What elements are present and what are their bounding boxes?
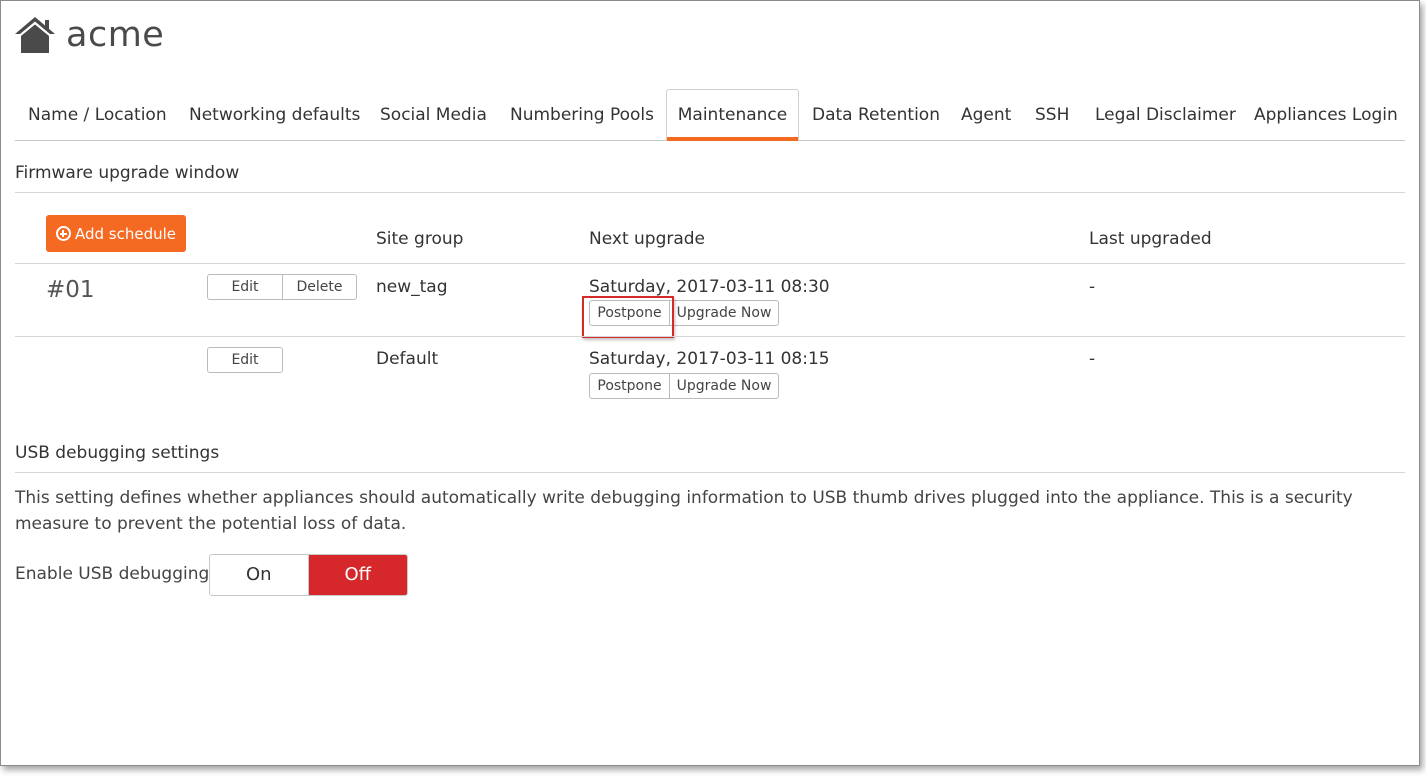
brand-name: acme [66, 15, 165, 55]
tab-numbering-pools[interactable]: Numbering Pools [510, 89, 654, 141]
app-window: acme Name / Location Networking defaults… [0, 0, 1420, 766]
toggle-off-button[interactable]: Off [308, 555, 407, 595]
last-upgraded-value: - [1089, 277, 1096, 297]
usb-description: This setting defines whether appliances … [15, 488, 1353, 534]
next-upgrade-date: Saturday, 2017-03-11 08:30 [589, 277, 830, 297]
tab-social-media[interactable]: Social Media [380, 89, 487, 141]
last-upgraded-value: - [1089, 349, 1096, 369]
divider [15, 472, 1405, 473]
upgrade-actions: Postpone Upgrade Now [589, 300, 779, 326]
site-group-value: Default [376, 349, 439, 369]
edit-button[interactable]: Edit [208, 275, 282, 299]
toggle-on-button[interactable]: On [210, 555, 309, 595]
tab-bar: Name / Location Networking defaults Soci… [15, 89, 1405, 141]
postpone-button[interactable]: Postpone [590, 374, 669, 398]
usb-section-title: USB debugging settings [15, 443, 220, 463]
usb-debugging-toggle: On Off [209, 554, 408, 596]
column-header-next-upgrade: Next upgrade [589, 229, 706, 249]
tab-data-retention[interactable]: Data Retention [812, 89, 940, 141]
add-schedule-label: Add schedule [74, 224, 177, 243]
column-header-site-group: Site group [376, 229, 464, 249]
add-schedule-button[interactable]: Add schedule [46, 215, 186, 252]
table-header-divider [15, 263, 1405, 264]
edit-button[interactable]: Edit [208, 348, 282, 372]
tab-maintenance[interactable]: Maintenance [666, 89, 799, 141]
tab-networking-defaults[interactable]: Networking defaults [189, 89, 360, 141]
row-divider [15, 336, 1405, 337]
upgrade-actions: Postpone Upgrade Now [589, 373, 779, 399]
tab-appliances-login[interactable]: Appliances Login [1254, 89, 1398, 141]
column-header-last-upgraded: Last upgraded [1089, 229, 1212, 249]
row-actions: Edit [207, 347, 283, 373]
upgrade-now-button[interactable]: Upgrade Now [669, 301, 778, 325]
plus-circle-icon [55, 226, 71, 241]
home-icon [15, 17, 55, 53]
tab-name-location[interactable]: Name / Location [28, 89, 167, 141]
site-group-value: new_tag [376, 277, 448, 297]
schedule-number: #01 [46, 277, 95, 303]
postpone-button[interactable]: Postpone [590, 301, 669, 325]
firmware-section-title: Firmware upgrade window [15, 163, 240, 183]
tab-agent[interactable]: Agent [961, 89, 1011, 141]
upgrade-now-button[interactable]: Upgrade Now [669, 374, 778, 398]
delete-button[interactable]: Delete [282, 275, 356, 299]
row-actions: Edit Delete [207, 274, 357, 300]
next-upgrade-date: Saturday, 2017-03-11 08:15 [589, 349, 830, 369]
brand[interactable]: acme [14, 13, 164, 57]
divider [15, 192, 1405, 193]
usb-toggle-label: Enable USB debugging [15, 564, 210, 584]
tab-legal-disclaimer[interactable]: Legal Disclaimer [1095, 89, 1236, 141]
tab-ssh[interactable]: SSH [1035, 89, 1069, 141]
